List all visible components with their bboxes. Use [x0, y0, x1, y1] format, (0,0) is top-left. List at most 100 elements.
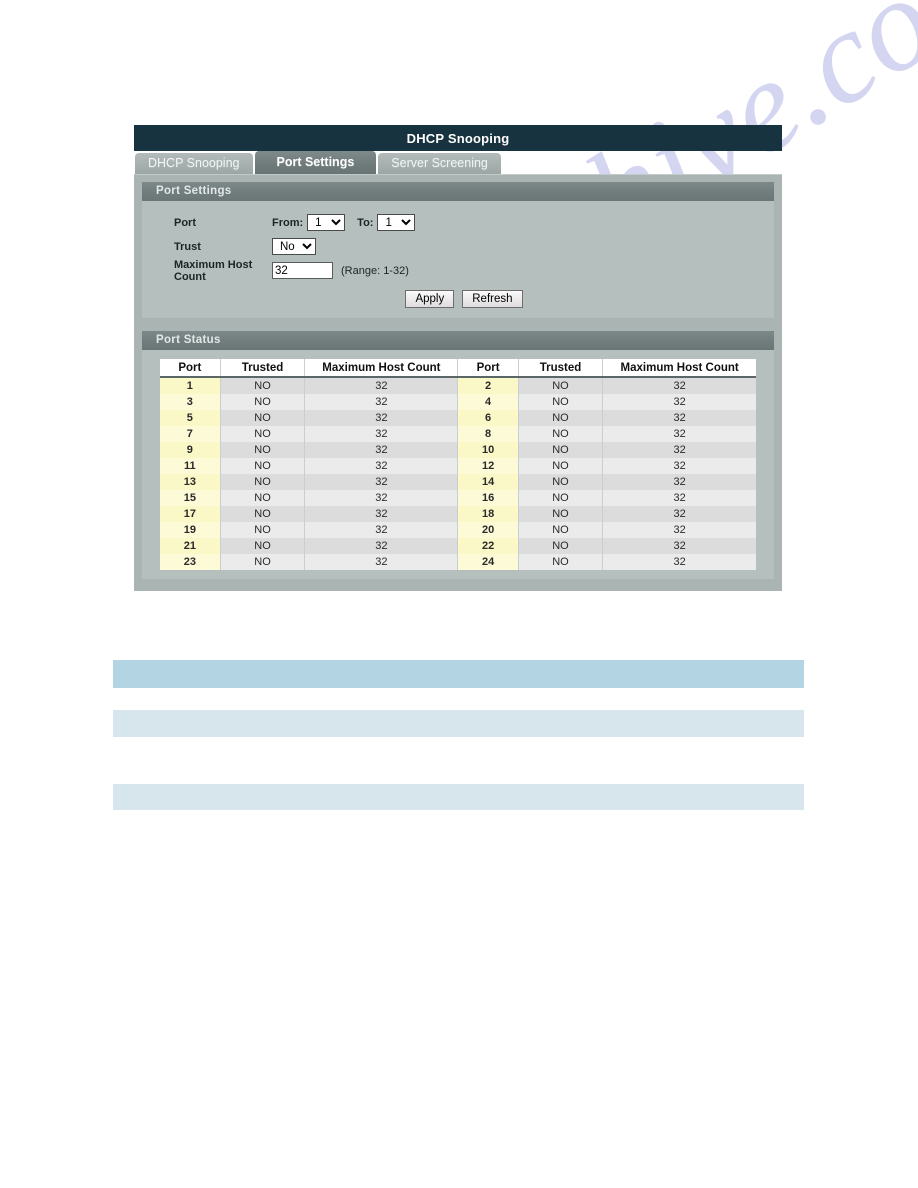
mhc-cell-left: 32	[304, 394, 459, 410]
port-cell-left: 7	[160, 426, 221, 442]
table-row: 5 NO 32 6 NO 32	[160, 410, 756, 426]
port-status-table-body: 1 NO 32 2 NO 32 3 NO 32 4 NO 32 5 NO 32 6 NO 32 7 NO 32 8 NO 32…	[160, 377, 756, 570]
column-header-trusted-left: Trusted	[220, 359, 306, 378]
port-cell-left: 1	[160, 377, 221, 394]
trusted-cell-right: NO	[518, 458, 604, 474]
port-cell-left: 5	[160, 410, 221, 426]
trusted-cell-right: NO	[518, 442, 604, 458]
mhc-cell-right: 32	[602, 554, 756, 570]
tab-server-screening[interactable]: Server Screening	[378, 153, 501, 174]
port-cell-left: 15	[160, 490, 221, 506]
trusted-cell-right: NO	[518, 426, 604, 442]
to-label: To:	[357, 216, 374, 229]
trusted-cell-left: NO	[220, 554, 306, 570]
mhc-cell-right: 32	[602, 410, 756, 426]
trust-select[interactable]: No	[272, 238, 316, 255]
form-button-row: Apply Refresh	[142, 290, 774, 308]
mhc-cell-right: 32	[602, 522, 756, 538]
max-host-count-row: Maximum Host Count (Range: 1-32)	[142, 259, 774, 283]
trusted-cell-left: NO	[220, 458, 306, 474]
tab-port-settings[interactable]: Port Settings	[254, 151, 377, 174]
port-to-select[interactable]: 1	[377, 214, 416, 231]
mhc-cell-right: 32	[602, 490, 756, 506]
port-cell-left: 9	[160, 442, 221, 458]
trusted-cell-left: NO	[220, 506, 306, 522]
content-band-2	[113, 710, 804, 737]
tab-bar: DHCP Snooping Port Settings Server Scree…	[134, 151, 782, 174]
port-cell-left: 17	[160, 506, 221, 522]
apply-button[interactable]: Apply	[405, 290, 455, 308]
trust-row: Trust No	[142, 235, 774, 258]
port-cell-right: 16	[457, 490, 519, 506]
column-header-port-left: Port	[160, 359, 221, 378]
mhc-cell-right: 32	[602, 458, 756, 474]
content-band-3	[113, 784, 804, 810]
column-header-mhc-right: Maximum Host Count	[602, 359, 756, 378]
port-label: Port	[174, 216, 196, 229]
tab-label: Server Screening	[391, 156, 488, 170]
range-hint: (Range: 1-32)	[341, 264, 409, 277]
mhc-cell-right: 32	[602, 538, 756, 554]
mhc-cell-left: 32	[304, 490, 459, 506]
port-cell-right: 22	[457, 538, 519, 554]
trusted-cell-left: NO	[220, 490, 306, 506]
mhc-cell-left: 32	[304, 458, 459, 474]
tab-dhcp-snooping[interactable]: DHCP Snooping	[135, 153, 253, 174]
refresh-button[interactable]: Refresh	[462, 290, 523, 308]
trusted-cell-right: NO	[518, 522, 604, 538]
table-row: 15 NO 32 16 NO 32	[160, 490, 756, 506]
port-cell-right: 24	[457, 554, 519, 570]
port-range-row: Port From: 1 To: 1	[142, 211, 774, 234]
mhc-cell-left: 32	[304, 410, 459, 426]
column-header-port-right: Port	[457, 359, 519, 378]
section-title: Port Status	[156, 334, 221, 346]
table-header-row: Port Trusted Maximum Host Count Port Tru…	[160, 359, 756, 378]
mhc-cell-left: 32	[304, 554, 459, 570]
mhc-cell-left: 32	[304, 377, 459, 394]
trusted-cell-right: NO	[518, 474, 604, 490]
trusted-cell-right: NO	[518, 554, 604, 570]
trusted-cell-right: NO	[518, 506, 604, 522]
port-cell-left: 11	[160, 458, 221, 474]
port-cell-right: 8	[457, 426, 519, 442]
trusted-cell-right: NO	[518, 394, 604, 410]
port-status-table: Port Trusted Maximum Host Count Port Tru…	[160, 359, 756, 570]
mhc-cell-right: 32	[602, 474, 756, 490]
mhc-cell-right: 32	[602, 506, 756, 522]
content-band-1	[113, 660, 804, 688]
trusted-cell-left: NO	[220, 394, 306, 410]
port-cell-left: 13	[160, 474, 221, 490]
mhc-cell-right: 32	[602, 426, 756, 442]
trusted-cell-left: NO	[220, 538, 306, 554]
port-cell-right: 6	[457, 410, 519, 426]
trusted-cell-left: NO	[220, 426, 306, 442]
port-cell-left: 19	[160, 522, 221, 538]
table-row: 21 NO 32 22 NO 32	[160, 538, 756, 554]
trusted-cell-left: NO	[220, 377, 306, 394]
port-cell-right: 10	[457, 442, 519, 458]
port-cell-right: 2	[457, 377, 519, 394]
table-row: 11 NO 32 12 NO 32	[160, 458, 756, 474]
port-cell-left: 3	[160, 394, 221, 410]
page-title: DHCP Snooping	[406, 130, 510, 146]
port-from-select[interactable]: 1	[307, 214, 346, 231]
mhc-cell-right: 32	[602, 394, 756, 410]
trusted-cell-right: NO	[518, 490, 604, 506]
mhc-cell-left: 32	[304, 426, 459, 442]
max-host-count-input[interactable]	[272, 262, 333, 279]
trusted-cell-right: NO	[518, 377, 604, 394]
column-header-trusted-right: Trusted	[518, 359, 604, 378]
port-status-section: Port Status Port Trusted Maximum Host Co…	[142, 331, 774, 579]
port-status-section-header: Port Status	[142, 331, 774, 350]
column-header-mhc-left: Maximum Host Count	[304, 359, 459, 378]
port-cell-left: 21	[160, 538, 221, 554]
trusted-cell-left: NO	[220, 442, 306, 458]
mhc-cell-left: 32	[304, 474, 459, 490]
mhc-cell-left: 32	[304, 538, 459, 554]
table-row: 19 NO 32 20 NO 32	[160, 522, 756, 538]
mhc-cell-left: 32	[304, 506, 459, 522]
table-row: 7 NO 32 8 NO 32	[160, 426, 756, 442]
table-row: 9 NO 32 10 NO 32	[160, 442, 756, 458]
mhc-cell-left: 32	[304, 522, 459, 538]
port-settings-form: Port From: 1 To: 1 Trust No Maximum Host…	[142, 201, 774, 318]
